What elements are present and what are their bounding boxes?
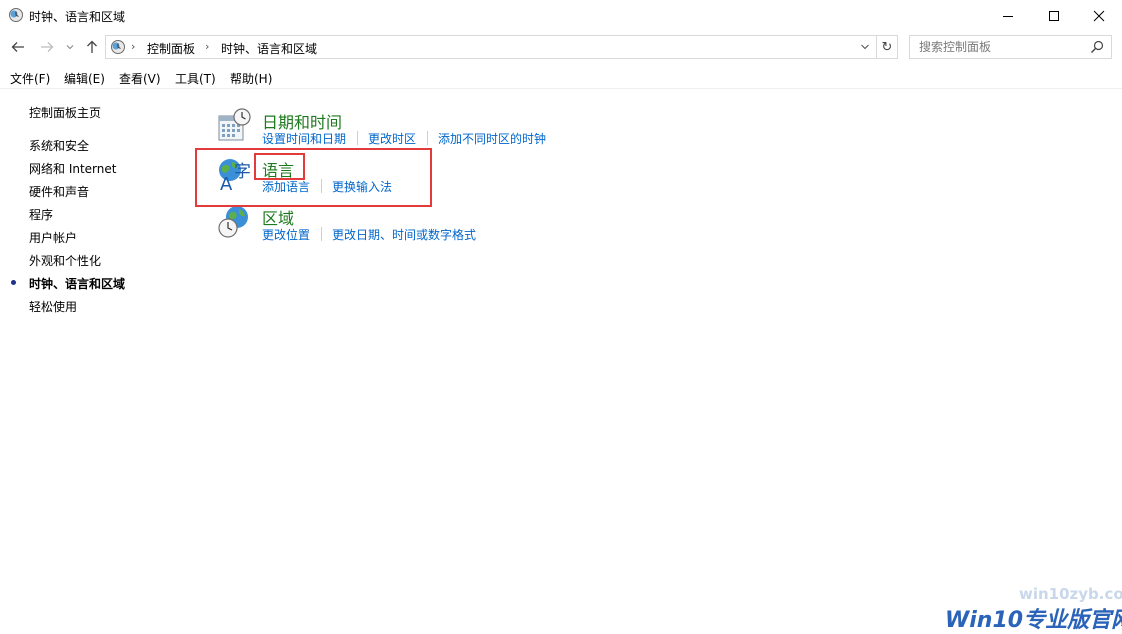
breadcrumb-separator: ›: [205, 40, 210, 53]
sidebar-item-clock-language-region[interactable]: 时钟、语言和区域: [29, 275, 125, 292]
address-bar[interactable]: › 控制面板 › 时钟、语言和区域: [105, 35, 877, 59]
sidebar-home-link[interactable]: 控制面板主页: [29, 104, 101, 121]
link-add-clocks[interactable]: 添加不同时区的时钟: [438, 130, 546, 147]
maximize-button[interactable]: [1031, 0, 1077, 31]
sidebar-item-appearance[interactable]: 外观和个性化: [29, 252, 101, 269]
address-history-button[interactable]: [858, 39, 872, 55]
language-highlight-box: [195, 148, 432, 207]
divider: [0, 88, 1122, 89]
menu-view[interactable]: 查看(V): [119, 70, 161, 87]
watermark-brand: Win10专业版官网: [945, 608, 1122, 633]
link-separator: [427, 131, 428, 145]
breadcrumb-separator: ›: [131, 40, 136, 53]
close-button[interactable]: [1076, 0, 1122, 31]
recent-locations-button[interactable]: [63, 37, 77, 57]
link-set-time-date[interactable]: 设置时间和日期: [262, 130, 346, 147]
window-title: 时钟、语言和区域: [29, 10, 126, 24]
sidebar-item-ease-of-access[interactable]: 轻松使用: [29, 298, 77, 315]
link-separator: [357, 131, 358, 145]
language-title-highlight-box: [254, 153, 305, 180]
menu-help[interactable]: 帮助(H): [230, 70, 272, 87]
breadcrumb-control-panel[interactable]: 控制面板: [147, 40, 195, 57]
arrow-up-icon: [87, 40, 97, 53]
menu-tools[interactable]: 工具(T): [175, 70, 216, 87]
menu-edit[interactable]: 编辑(E): [64, 70, 105, 87]
link-change-date-time-number-format[interactable]: 更改日期、时间或数字格式: [332, 226, 476, 243]
region-globe-clock-icon[interactable]: [217, 205, 251, 239]
arrow-right-icon: [41, 42, 54, 52]
menu-file[interactable]: 文件(F): [10, 70, 50, 87]
sidebar-item-user-accounts[interactable]: 用户帐户: [29, 229, 77, 246]
calendar-clock-icon[interactable]: [217, 108, 251, 142]
control-panel-clock-icon: [9, 8, 23, 22]
sidebar-item-programs[interactable]: 程序: [29, 206, 53, 223]
refresh-button[interactable]: ↻: [876, 35, 898, 59]
link-change-location[interactable]: 更改位置: [262, 226, 310, 243]
arrow-left-icon: [11, 42, 24, 52]
menu-bar: 文件(F) 编辑(E) 查看(V) 工具(T) 帮助(H): [0, 67, 1122, 87]
sidebar-item-network-internet[interactable]: 网络和 Internet: [29, 160, 116, 177]
minimize-icon: [1003, 15, 1013, 17]
breadcrumb-current[interactable]: 时钟、语言和区域: [221, 40, 317, 57]
search-icon[interactable]: [1089, 39, 1105, 55]
sidebar-item-hardware-sound[interactable]: 硬件和声音: [29, 183, 89, 200]
forward-button[interactable]: [37, 37, 57, 57]
chevron-down-icon: [66, 45, 74, 50]
link-separator: [321, 227, 322, 241]
up-button[interactable]: [82, 37, 102, 57]
search-box[interactable]: [909, 35, 1112, 59]
current-item-bullet: [11, 280, 16, 285]
chevron-down-icon: [861, 44, 869, 50]
close-icon: [1093, 10, 1105, 21]
title-bar: 时钟、语言和区域: [0, 0, 1122, 31]
maximize-icon: [1049, 10, 1059, 21]
link-change-timezone[interactable]: 更改时区: [368, 130, 416, 147]
sidebar-item-system-security[interactable]: 系统和安全: [29, 137, 89, 154]
search-input[interactable]: [910, 36, 1089, 58]
control-panel-icon: [111, 40, 125, 54]
back-button[interactable]: [8, 37, 28, 57]
refresh-icon: ↻: [881, 39, 893, 55]
watermark-url: win10zyb.com: [1019, 585, 1122, 603]
minimize-button[interactable]: [985, 0, 1031, 31]
